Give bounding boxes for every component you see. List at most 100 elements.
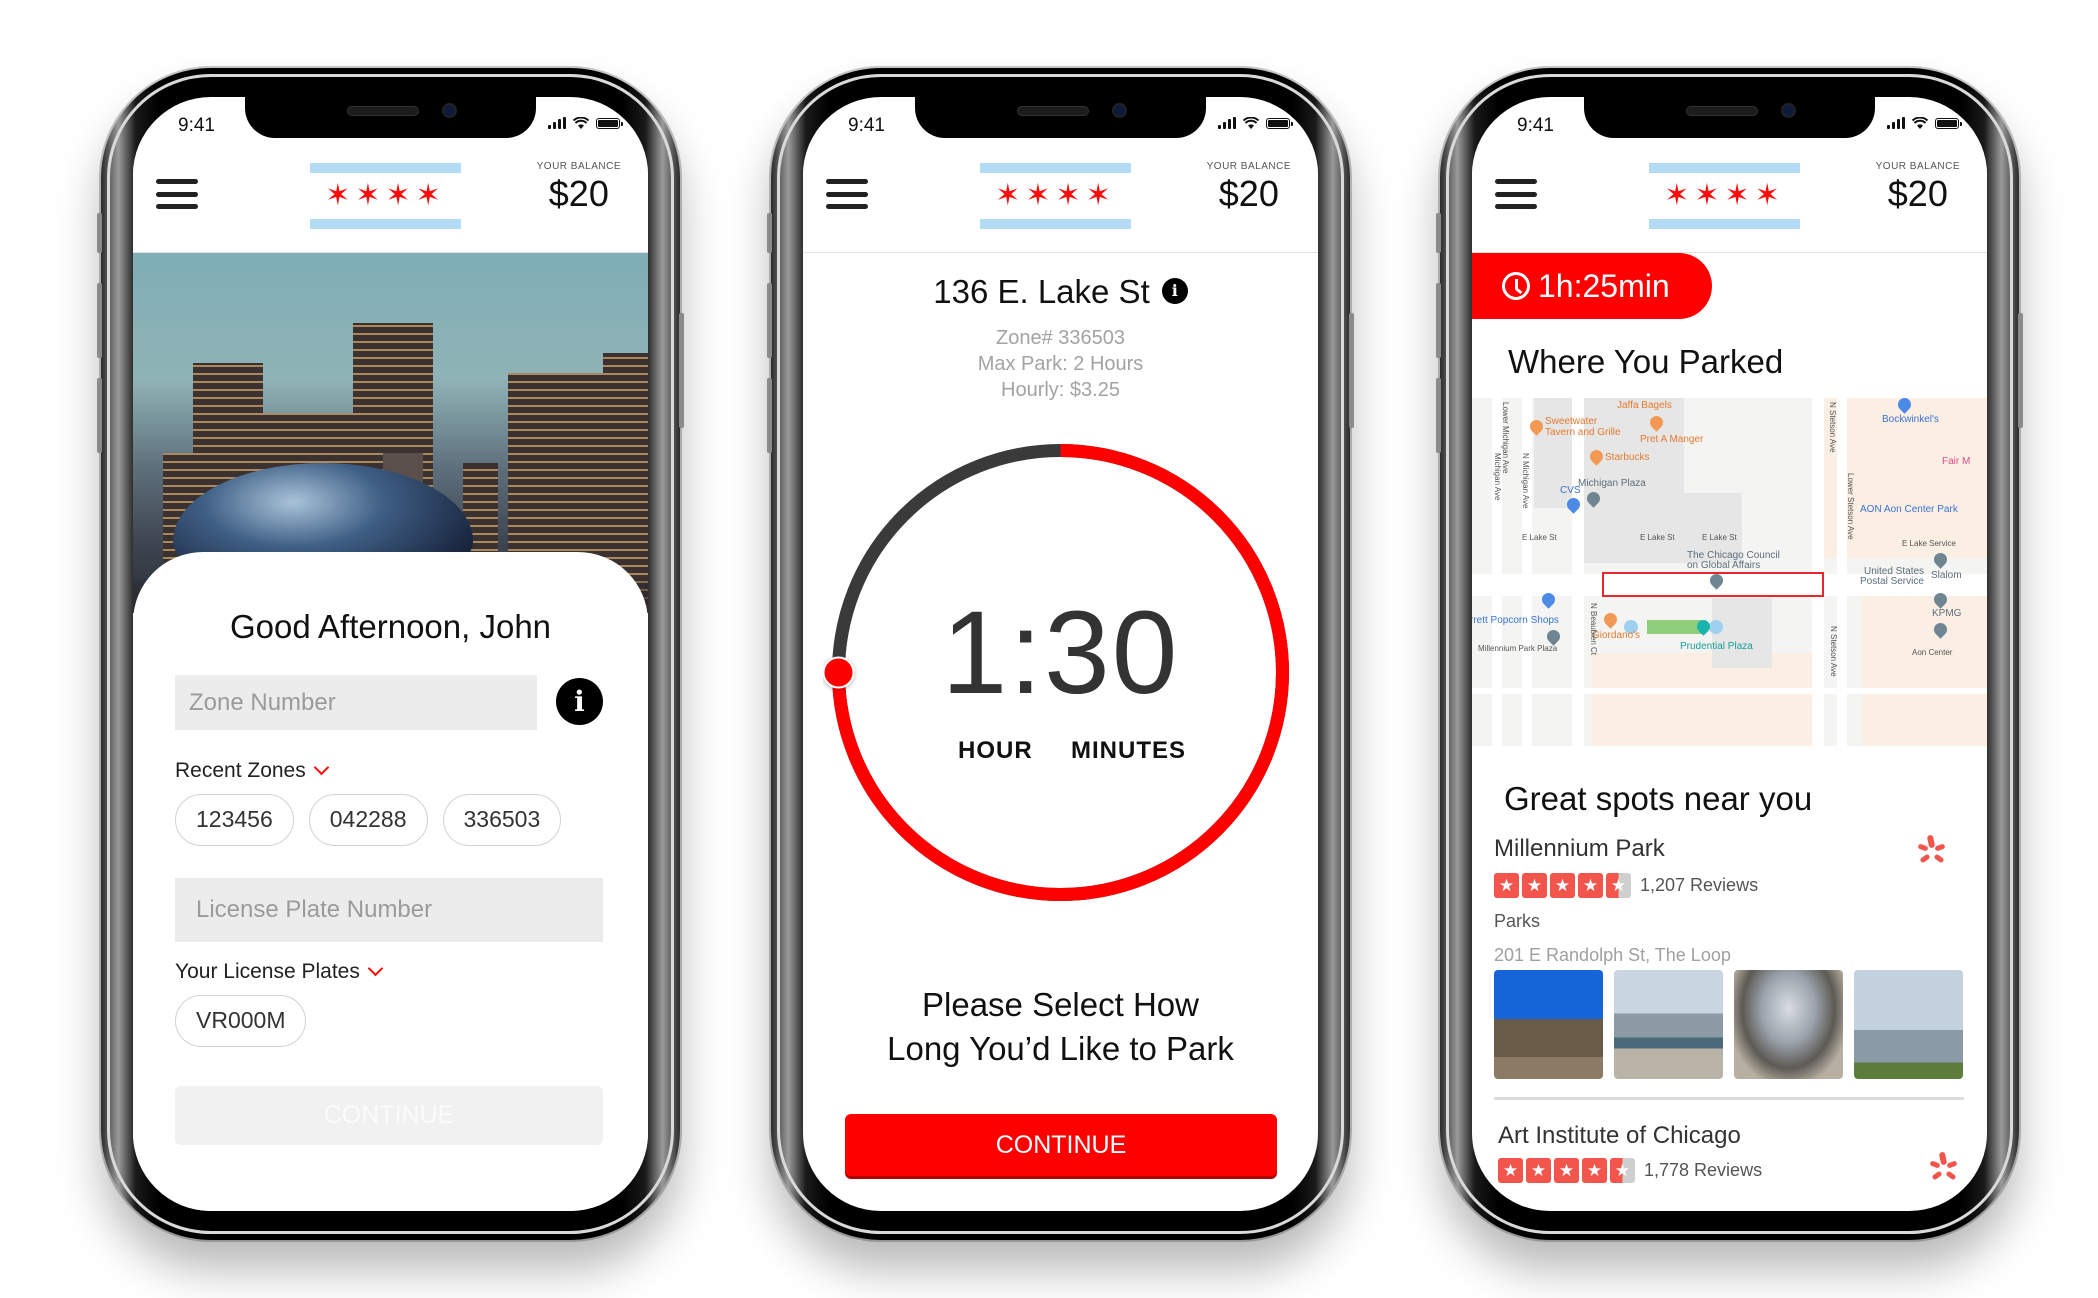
place-photo-bean-crowd[interactable] [1614, 970, 1723, 1079]
balance-value: $20 [1218, 173, 1279, 214]
phone-frame-home: 9:41 ✶✶✶✶ YOUR BALANCE $20 Good Afternoo… [97, 68, 684, 1240]
recent-zone-chip[interactable]: 042288 [308, 794, 428, 846]
map-label: Tavern and Grille [1545, 427, 1621, 438]
map-label: Aon Center [1912, 648, 1953, 657]
where-you-parked-heading: Where You Parked [1508, 343, 1784, 380]
map-label: on Global Affairs [1687, 560, 1761, 571]
front-camera [1781, 103, 1796, 118]
recent-zones-toggle[interactable]: Recent Zones [175, 759, 330, 783]
parking-location-map[interactable]: Jaffa Bagels Sweetwater Tavern and Grill… [1472, 398, 1987, 746]
recent-zone-chip[interactable]: 123456 [175, 794, 294, 846]
zone-details: Zone# 336503 Max Park: 2 Hours Hourly: $… [803, 325, 1318, 403]
app-header: ✶✶✶✶ YOUR BALANCE $20 [133, 141, 648, 253]
hamburger-menu-icon[interactable] [826, 179, 868, 209]
speaker [1017, 106, 1089, 116]
flag-stars-icon: ✶✶✶✶ [995, 179, 1116, 212]
status-time: 9:41 [1517, 115, 1554, 136]
street-label: Lower Michigan Ave [1501, 402, 1510, 474]
prompt-line-1: Please Select How [922, 986, 1199, 1023]
map-label: Sweetwater [1545, 416, 1598, 427]
screen-duration: 9:41 ✶✶✶✶ YOUR BALANCE $20 136 E. Lake S… [803, 97, 1318, 1211]
screen-home: 9:41 ✶✶✶✶ YOUR BALANCE $20 Good Afternoo… [133, 97, 648, 1211]
balance-display: YOUR BALANCE $20 [537, 161, 621, 214]
map-label: Jaffa Bagels [1617, 400, 1672, 411]
remaining-time-badge[interactable]: 1h:25min [1472, 253, 1712, 319]
star-rating: ★ ★ ★ ★ ★ 1,207 Reviews [1494, 873, 1964, 898]
hourly-rate: Hourly: $3.25 [1001, 379, 1120, 401]
star-icon: ★ [1522, 873, 1547, 898]
balance-label: YOUR BALANCE [536, 161, 621, 172]
star-icon: ★ [1578, 873, 1603, 898]
flag-stars-icon: ✶✶✶✶ [325, 179, 446, 212]
chevron-down-icon [313, 759, 330, 776]
balance-display: YOUR BALANCE $20 [1207, 161, 1291, 214]
minutes-label: MINUTES [1071, 737, 1186, 764]
remaining-time: 1h:25min [1538, 268, 1670, 304]
map-fountain [1709, 620, 1723, 634]
notch [915, 97, 1206, 138]
place-photo-pavilion[interactable] [1854, 970, 1963, 1079]
flag-stars-icon: ✶✶✶✶ [1664, 179, 1785, 212]
map-label: Starbucks [1605, 452, 1650, 463]
continue-button-disabled[interactable]: CONTINUE [175, 1086, 603, 1145]
zone-info-icon[interactable]: i [556, 678, 603, 725]
place-card-millennium-park[interactable]: Millennium Park ★ ★ ★ ★ ★ 1,207 Reviews … [1494, 834, 1964, 966]
street-label: Michigan Ave [1493, 453, 1502, 501]
home-card: Good Afternoon, John i Recent Zones 1234… [133, 552, 648, 1211]
license-plates-label: Your License Plates [175, 960, 360, 983]
yelp-logo-icon [1917, 834, 1946, 865]
status-time: 9:41 [178, 115, 215, 136]
signal-icon [548, 117, 566, 129]
max-park: Max Park: 2 Hours [977, 353, 1144, 375]
continue-button[interactable]: CONTINUE [845, 1114, 1277, 1176]
screen-parked: 9:41 ✶✶✶✶ YOUR BALANCE $20 1h:25min Wher… [1472, 97, 1987, 1211]
chevron-down-icon [367, 960, 384, 977]
parked-location-highlight [1602, 572, 1824, 597]
place-pin-icon[interactable] [1544, 627, 1563, 646]
address-text: 136 E. Lake St [933, 273, 1150, 310]
info-icon[interactable]: i [1161, 278, 1188, 305]
hamburger-menu-icon[interactable] [156, 179, 198, 209]
notch [1584, 97, 1875, 138]
yelp-logo-icon [1929, 1151, 1958, 1182]
balance-label: YOUR BALANCE [1875, 161, 1960, 172]
map-label: Fair M [1942, 456, 1971, 467]
place-address: 201 E Randolph St, The Loop [1494, 945, 1731, 965]
license-plate-chip[interactable]: VR000M [175, 995, 307, 1047]
volume-down-button [1436, 378, 1441, 453]
mute-switch [1436, 213, 1441, 253]
street-label: N Stetson Ave [1828, 402, 1837, 453]
phone-frame-duration: 9:41 ✶✶✶✶ YOUR BALANCE $20 136 E. Lake S… [767, 68, 1354, 1240]
street-label: E Lake Service [1902, 539, 1956, 548]
street-label: Lower Stetson Ave [1846, 473, 1855, 540]
volume-up-button [767, 283, 772, 358]
zone-number: Zone# 336503 [995, 327, 1125, 349]
duration-dial[interactable]: 1:30 HOUR MINUTES [822, 435, 1298, 910]
duration-prompt: Please Select How Long You’d Like to Par… [803, 983, 1318, 1071]
license-plate-input[interactable] [175, 878, 603, 942]
prompt-line-2: Long You’d Like to Park [887, 1030, 1234, 1067]
volume-up-button [1436, 283, 1441, 358]
place-name: Millennium Park [1494, 835, 1665, 862]
power-button [1349, 313, 1354, 428]
place-category: Parks [1494, 911, 1541, 931]
battery-icon [596, 117, 623, 129]
restaurant-pin-icon[interactable] [1601, 610, 1620, 629]
duration-value: 1:30 [941, 587, 1180, 719]
great-spots-heading: Great spots near you [1504, 780, 1813, 817]
recent-zones-list: 123456 042288 336503 [175, 794, 562, 846]
license-plates-toggle[interactable]: Your License Plates [175, 960, 384, 984]
phone-frame-parked: 9:41 ✶✶✶✶ YOUR BALANCE $20 1h:25min Wher… [1436, 68, 2023, 1240]
map-label: Prudential Plaza [1680, 641, 1753, 652]
recent-zone-chip[interactable]: 336503 [442, 794, 562, 846]
power-button [679, 313, 684, 428]
place-photo-bean-closeup[interactable] [1734, 970, 1843, 1079]
place-name: Art Institute of Chicago [1498, 1122, 1741, 1149]
place-card-art-institute[interactable]: Art Institute of Chicago ★ ★ ★ ★ ★ 1,778… [1498, 1122, 1968, 1183]
place-photo-art-institute[interactable] [1494, 970, 1603, 1079]
map-label: KPMG [1932, 608, 1962, 619]
zone-number-input[interactable] [175, 675, 537, 730]
hamburger-menu-icon[interactable] [1495, 179, 1537, 209]
map-label: Postal Service [1860, 576, 1924, 587]
street-label: E Lake St [1640, 533, 1675, 542]
